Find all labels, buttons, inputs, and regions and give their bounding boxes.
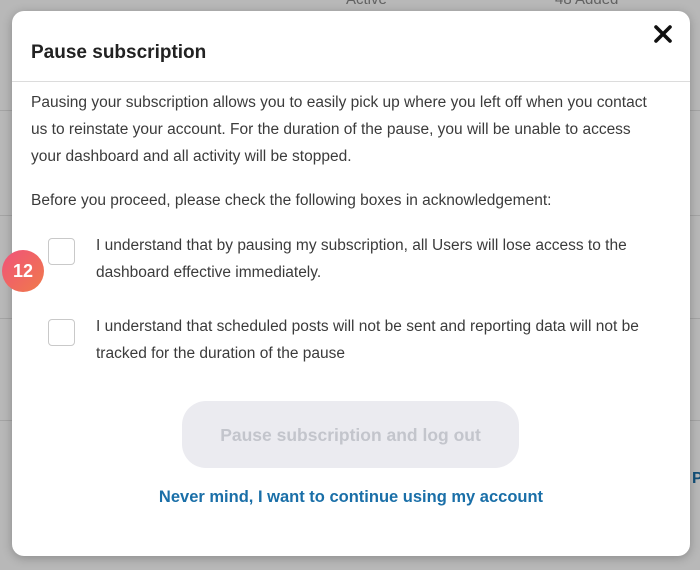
checkbox-users-lose-access[interactable] (48, 238, 75, 265)
step-badge: 12 (2, 250, 44, 292)
title-divider (12, 81, 690, 82)
modal-title: Pause subscription (31, 42, 207, 63)
continue-using-account-link[interactable]: Never mind, I want to continue using my … (12, 488, 690, 507)
close-icon[interactable] (652, 23, 674, 45)
pause-subscription-modal: Pause subscription Pausing your subscrip… (12, 11, 690, 556)
checkbox-label-users-lose-access: I understand that by pausing my subscrip… (96, 237, 627, 281)
checkbox-label-scheduled-posts: I understand that scheduled posts will n… (96, 318, 639, 362)
checkbox-scheduled-posts[interactable] (48, 319, 75, 346)
pause-and-logout-button[interactable]: Pause subscription and log out (182, 401, 519, 468)
acknowledgement-prompt: Before you proceed, please check the fol… (31, 192, 552, 209)
pause-description: Pausing your subscription allows you to … (31, 94, 647, 165)
